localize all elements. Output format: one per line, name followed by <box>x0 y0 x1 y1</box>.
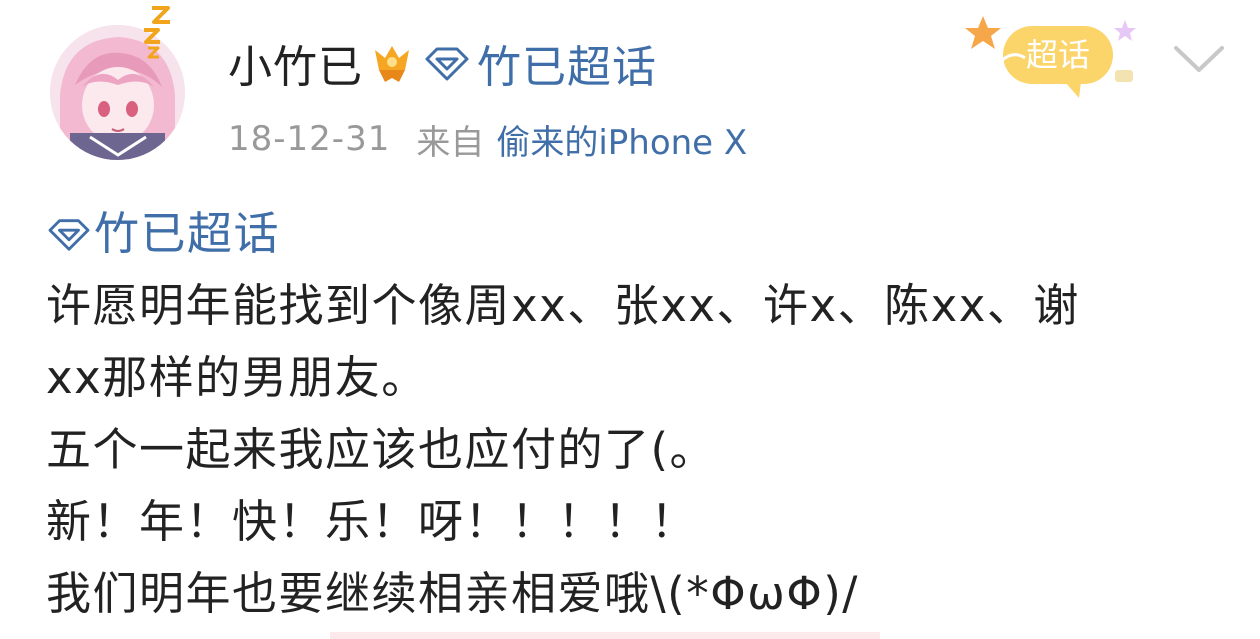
supertopic-tag[interactable]: 超话 <box>955 8 1145 103</box>
content-supertopic-link[interactable]: 竹已超话 <box>46 198 1236 270</box>
post-date: 18-12-31 <box>228 119 391 159</box>
chevron-down-icon[interactable] <box>1168 38 1230 78</box>
content-line: 我们明年也要继续相亲相爱哦\(*ΦωΦ)/ <box>46 567 859 620</box>
content-supertopic-label: 竹已超话 <box>94 207 281 260</box>
post-header: 小竹已 竹已超话 <box>228 32 657 94</box>
source-device-link[interactable]: 偷来的iPhone X <box>496 115 747 164</box>
source-label: 来自 <box>416 122 485 163</box>
post-content: 竹已超话 许愿明年能找到个像周xx、张xx、许x、陈xx、谢 xx那样的男朋友。… <box>46 198 1236 630</box>
supertopic-diamond-icon <box>48 219 90 251</box>
username[interactable]: 小竹已 <box>228 31 363 95</box>
sleep-zzz-icon <box>144 6 170 59</box>
bottom-divider <box>330 632 880 639</box>
weibo-post-card: 小竹已 竹已超话 18-12-31 来自 偷来的iPhone X 超话 竹已超话… <box>0 0 1260 639</box>
content-line: 五个一起来我应该也应付的了(。 <box>46 423 717 476</box>
supertopic-link-label: 竹已超话 <box>477 42 657 93</box>
orange-crown-badge-icon[interactable] <box>369 40 415 86</box>
content-line: 新！年！快！乐！呀！！！！！ <box>46 495 698 548</box>
supertopic-tag-label: 超话 <box>1026 36 1090 74</box>
post-meta: 18-12-31 来自 偷来的iPhone X <box>228 115 747 164</box>
content-line: 许愿明年能找到个像周xx、张xx、许x、陈xx、谢 <box>46 279 1080 332</box>
supertopic-link[interactable]: 竹已超话 <box>423 31 657 95</box>
content-line: xx那样的男朋友。 <box>46 351 428 404</box>
supertopic-diamond-icon <box>425 47 469 81</box>
